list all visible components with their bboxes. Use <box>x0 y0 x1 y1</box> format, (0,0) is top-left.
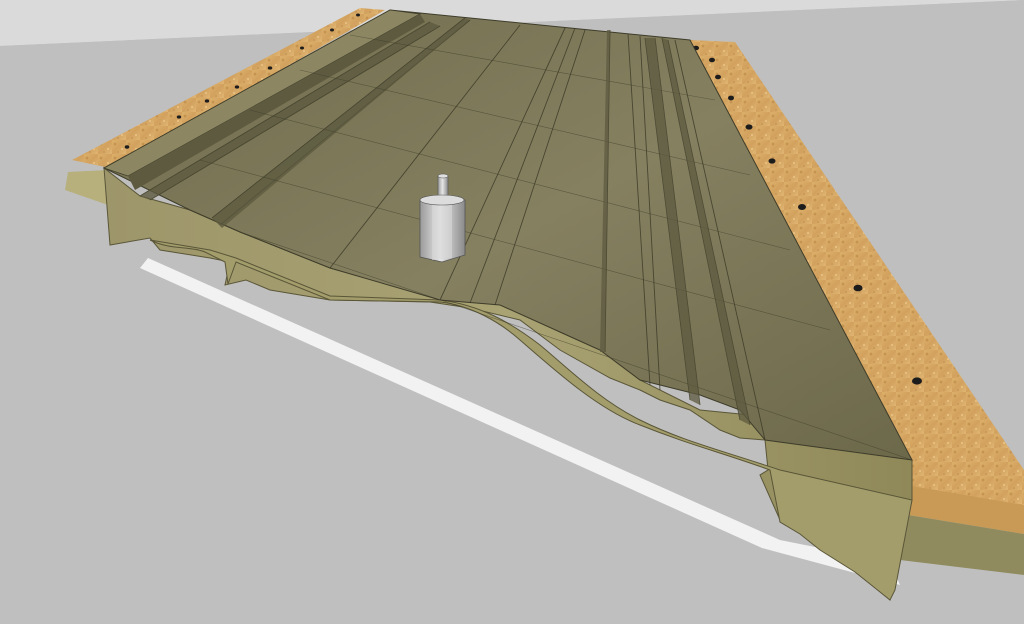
sketchup-3d-viewport[interactable] <box>0 0 1024 624</box>
